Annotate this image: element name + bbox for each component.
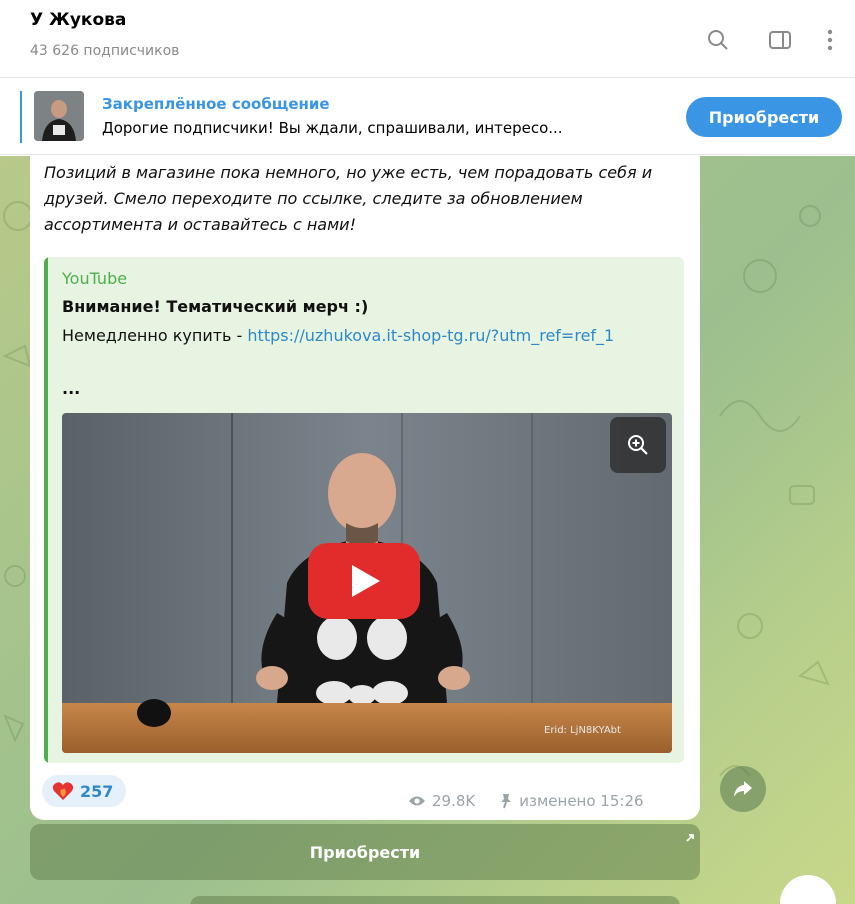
message-meta: 29.8K изменено 15:26 [408,792,644,810]
preview-site-name: YouTube [62,269,128,288]
preview-accent-bar [44,257,48,763]
eye-icon [409,796,425,806]
share-arrow-icon [734,781,752,797]
preview-link[interactable]: https://uzhukova.it-shop-tg.ru/?utm_ref=… [247,326,614,345]
share-button[interactable] [720,766,766,812]
sidebar-toggle-icon[interactable] [762,22,798,58]
reaction-chip[interactable]: 257 [42,775,126,807]
preview-title: Внимание! Тематический мерч :) [62,297,369,316]
subscriber-count: 43 626 подписчиков [30,43,180,59]
more-vertical-icon[interactable] [812,22,848,58]
link-preview[interactable]: YouTube Внимание! Тематический мерч :) Н… [44,257,684,763]
view-count: 29.8K [432,792,476,810]
reaction-count: 257 [80,781,114,801]
zoom-in-icon [628,435,648,455]
search-icon[interactable] [700,22,736,58]
inline-buy-button[interactable]: Приобрести [30,824,700,880]
chat-header: У Жукова 43 626 подписчиков [0,0,855,78]
external-link-icon [686,834,694,842]
pin-icon [501,794,512,809]
channel-title[interactable]: У Жукова [30,10,126,30]
message-text: Позиций в магазине пока немного, но уже … [44,163,653,234]
next-message-edge [190,896,680,904]
preview-ellipsis: ... [62,379,81,398]
pinned-buy-button[interactable]: Приобрести [686,97,842,137]
pinned-indicator [20,91,22,143]
preview-description: Немедленно купить - https://uzhukova.it-… [62,323,662,349]
heart-fire-icon [52,782,74,800]
video-thumbnail[interactable] [62,413,672,753]
zoom-in-button[interactable] [610,417,666,473]
video-erid-label: Erid: LjN8KYAbt [544,725,621,736]
edited-time: изменено 15:26 [519,792,644,810]
preview-desc-prefix: Немедленно купить - [62,326,248,345]
pinned-text: Дорогие подписчики! Вы ждали, спрашивали… [102,119,563,137]
pinned-label: Закреплённое сообщение [102,95,330,113]
pinned-thumbnail [34,91,84,141]
